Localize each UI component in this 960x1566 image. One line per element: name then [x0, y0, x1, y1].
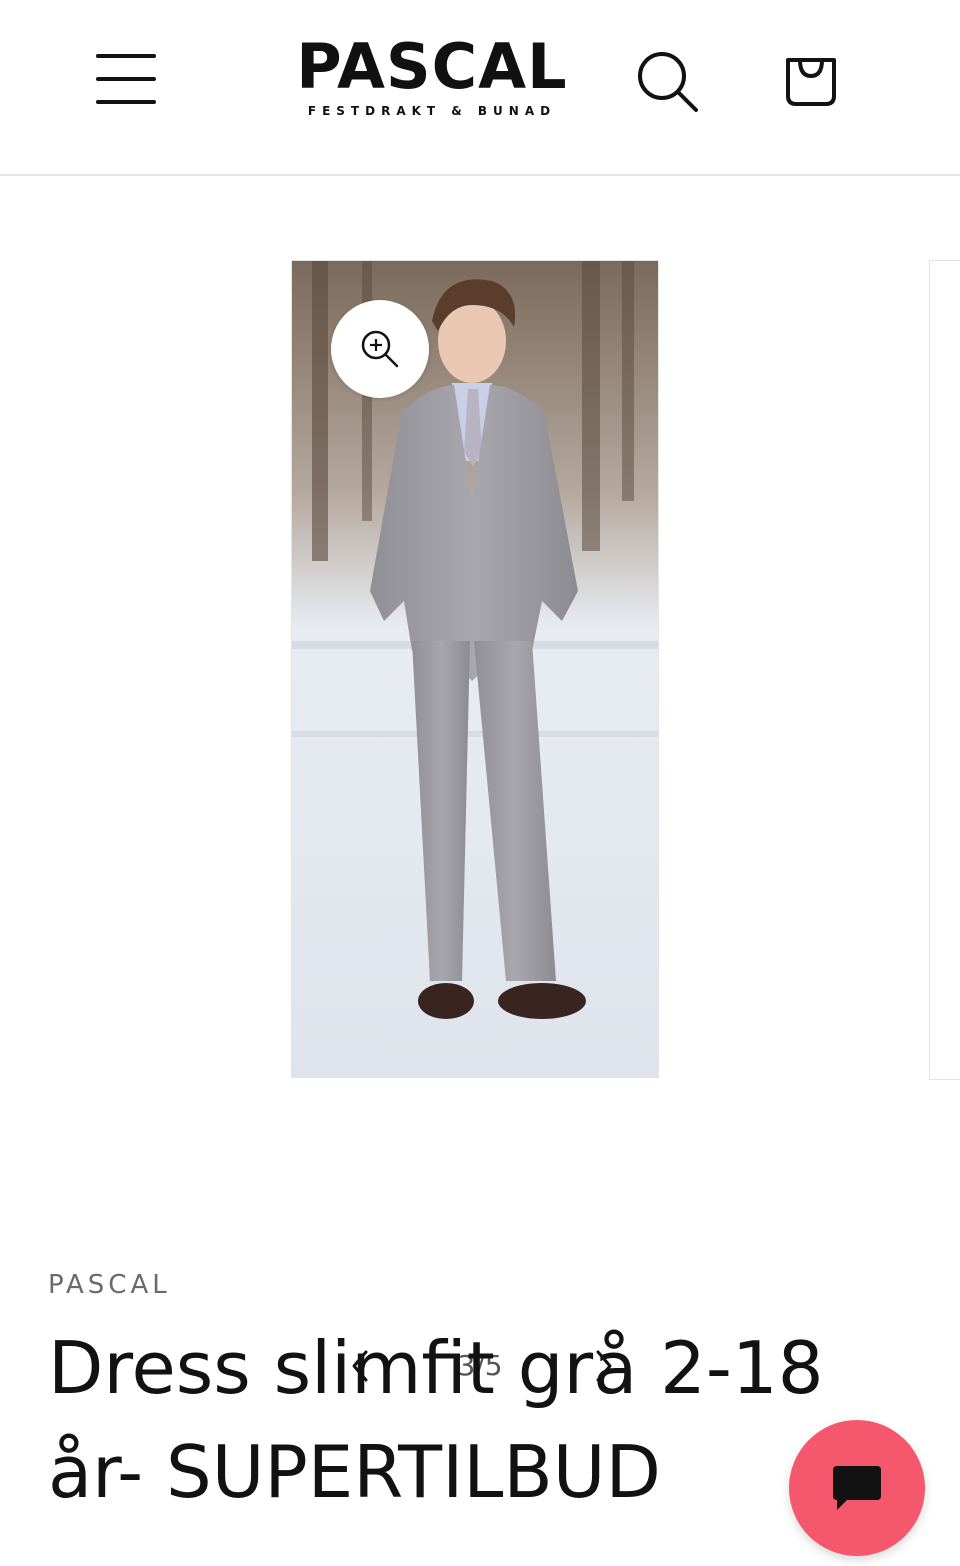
- zoom-in-icon: [361, 330, 399, 368]
- menu-bar: [96, 100, 156, 104]
- zoom-button[interactable]: [331, 300, 429, 398]
- chat-bubble-icon: [833, 1466, 881, 1510]
- logo-wordmark: PASCAL: [296, 30, 568, 103]
- cart-button[interactable]: [784, 50, 838, 108]
- menu-button[interactable]: [96, 50, 158, 108]
- site-header: PASCAL FESTDRAKT & BUNAD: [0, 0, 960, 176]
- store-logo[interactable]: PASCAL FESTDRAKT & BUNAD: [292, 34, 572, 126]
- product-page: PASCAL FESTDRAKT & BUNAD 3/5 PASCAL Dres…: [0, 0, 960, 1566]
- product-title: Dress slimfit grå 2-18 år- SUPERTILBUD: [48, 1326, 824, 1514]
- next-slide-peek[interactable]: [929, 260, 960, 1080]
- search-icon: [638, 52, 698, 112]
- product-gallery: 3/5: [0, 178, 960, 1382]
- product-vendor: PASCAL: [48, 1270, 171, 1300]
- menu-bar: [96, 77, 156, 81]
- shopping-bag-icon: [786, 58, 836, 106]
- search-button[interactable]: [634, 48, 700, 114]
- chat-button[interactable]: [789, 1420, 925, 1556]
- logo-tagline: FESTDRAKT & BUNAD: [307, 104, 557, 118]
- menu-bar: [96, 54, 156, 58]
